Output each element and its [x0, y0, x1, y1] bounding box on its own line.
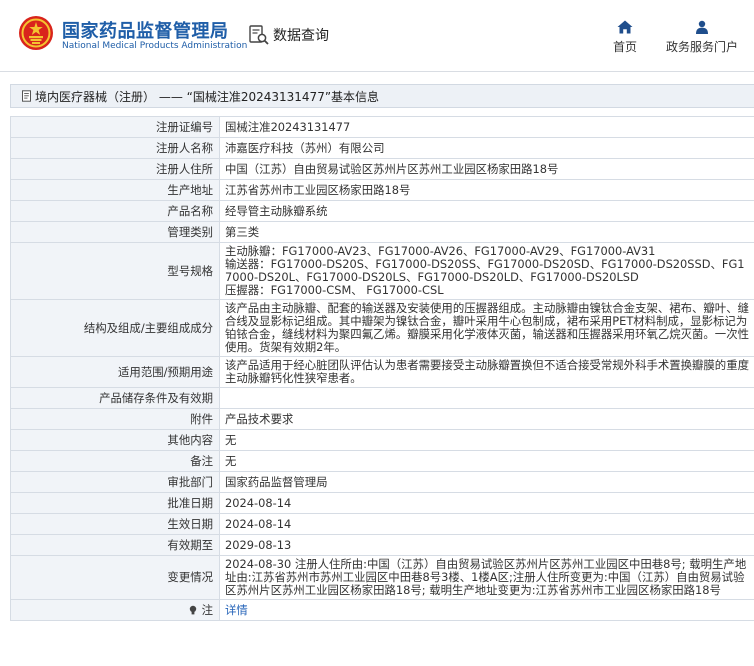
table-row: 附件 产品技术要求 — [10, 408, 754, 430]
field-value: 无 — [219, 450, 754, 472]
lightbulb-icon — [189, 605, 197, 614]
table-row: 备注无 — [10, 450, 754, 472]
field-label: 其他内容 — [10, 429, 220, 451]
table-row: 其他内容无 — [10, 429, 754, 451]
site-logo-subtitle[interactable]: National Medical Products Administration — [62, 41, 247, 51]
field-value: 2024-08-30 注册人住所由:中国（江苏）自由贸易试验区苏州片区苏州工业园… — [219, 555, 754, 600]
field-value: 国械注准20243131477 — [219, 116, 754, 138]
field-value: 第三类 — [219, 221, 754, 243]
table-row: 有效期至 2029-08-13 — [10, 534, 754, 556]
field-value: 江苏省苏州市工业园区杨家田路18号 — [219, 179, 754, 201]
field-label: 产品名称 — [10, 200, 220, 222]
table-row: 注册证编号 国械注准20243131477 — [10, 116, 754, 138]
field-label: 注册证编号 — [10, 116, 220, 138]
field-label: 附件 — [10, 408, 220, 430]
field-value: 主动脉瓣：FG17000-AV23、FG17000-AV26、FG17000-A… — [219, 242, 754, 300]
field-label: 有效期至 — [10, 534, 220, 556]
table-row: 注册人名称 沛嘉医疗科技（苏州）有限公司 — [10, 137, 754, 159]
field-value: 中国（江苏）自由贸易试验区苏州片区苏州工业园区杨家田路18号 — [219, 158, 754, 180]
field-label: 批准日期 — [10, 492, 220, 514]
field-label: 管理类别 — [10, 221, 220, 243]
table-row: 批准日期 2024-08-14 — [10, 492, 754, 514]
field-label: 注册人住所 — [10, 158, 220, 180]
table-row: 生效日期 2024-08-14 — [10, 513, 754, 535]
nav-home-label: 首页 — [612, 40, 637, 54]
table-row: 生产地址 江苏省苏州市工业园区杨家田路18号 — [10, 179, 754, 201]
registration-info-table: 注册证编号 国械注准20243131477 注册人名称 沛嘉医疗科技（苏州）有限公司… — [10, 116, 754, 621]
site-logo-title[interactable]: 国家药品监督管理局 — [62, 17, 229, 43]
field-value: 详情 — [219, 599, 754, 621]
field-value: 国家药品监督管理局 — [219, 471, 754, 493]
user-icon — [696, 20, 708, 34]
table-row: 注 详情 — [10, 599, 754, 621]
field-label: 审批部门 — [10, 471, 220, 493]
home-icon — [617, 20, 633, 34]
data-query-label: 数据查询 — [273, 28, 329, 44]
field-label: 型号规格 — [10, 242, 220, 300]
field-label: 生效日期 — [10, 513, 220, 535]
field-label: 生产地址 — [10, 179, 220, 201]
nav-gov-service-label: 政务服务门户 — [665, 40, 738, 54]
table-row: 注册人住所 中国（江苏）自由贸易试验区苏州片区苏州工业园区杨家田路18号 — [10, 158, 754, 180]
table-row: 结构及组成/主要组成成分 该产品由主动脉瓣、配套的输送器及安装使用的压握器组成。主… — [10, 299, 754, 357]
field-value: 2024-08-14 — [219, 492, 754, 514]
field-label: 产品储存条件及有效期 — [10, 387, 220, 409]
field-label: 变更情况 — [10, 555, 220, 600]
document-icon — [22, 90, 31, 102]
field-label: 注册人名称 — [10, 137, 220, 159]
detail-link[interactable]: 详情 — [225, 603, 248, 617]
table-row: 产品名称 经导管主动脉瓣系统 — [10, 200, 754, 222]
table-row: 适用范围/预期用途 该产品适用于经心脏团队评估认为患者需要接受主动脉瓣置换但不适合… — [10, 356, 754, 388]
data-search-icon — [249, 25, 269, 45]
field-label: 结构及组成/主要组成成分 — [10, 299, 220, 357]
note-label-cell: 注 — [10, 599, 220, 621]
table-row: 产品储存条件及有效期 — [10, 387, 754, 409]
field-value: 沛嘉医疗科技（苏州）有限公司 — [219, 137, 754, 159]
national-emblem-icon[interactable] — [18, 15, 54, 51]
field-value: 该产品适用于经心脏团队评估认为患者需要接受主动脉瓣置换但不适合接受常规外科手术置… — [219, 356, 754, 388]
data-query-link[interactable]: 数据查询 — [248, 24, 329, 46]
table-row: 管理类别 第三类 — [10, 221, 754, 243]
field-label: 备注 — [10, 450, 220, 472]
note-label: 注 — [201, 602, 213, 617]
table-row: 型号规格 主动脉瓣：FG17000-AV23、FG17000-AV26、FG17… — [10, 242, 754, 300]
field-label: 适用范围/预期用途 — [10, 356, 220, 388]
field-value: 经导管主动脉瓣系统 — [219, 200, 754, 222]
model-spec-line: 压握器：FG17000-CSM、 FG17000-CSL — [225, 283, 444, 297]
nav-gov-service[interactable]: 政务服务门户 — [664, 20, 740, 55]
nav-home[interactable]: 首页 — [610, 20, 640, 55]
field-value — [219, 387, 754, 409]
model-spec-line: 输送器：FG17000-DS20S、FG17000-DS20SS、FG17000… — [225, 257, 745, 284]
field-value: 无 — [219, 429, 754, 451]
field-value: 该产品由主动脉瓣、配套的输送器及安装使用的压握器组成。主动脉瓣由镍钛合金支架、裙… — [219, 299, 754, 357]
field-value: 2024-08-14 — [219, 513, 754, 535]
field-value: 产品技术要求 — [219, 408, 754, 430]
breadcrumb: 境内医疗器械（注册） —— “国械注准20243131477”基本信息 — [10, 84, 754, 108]
field-value: 2029-08-13 — [219, 534, 754, 556]
breadcrumb-text: 境内医疗器械（注册） —— “国械注准20243131477”基本信息 — [35, 89, 380, 104]
site-header: 国家药品监督管理局 National Medical Products Admi… — [0, 0, 754, 72]
table-row: 变更情况 2024-08-30 注册人住所由:中国（江苏）自由贸易试验区苏州片区苏… — [10, 555, 754, 600]
table-row: 审批部门 国家药品监督管理局 — [10, 471, 754, 493]
